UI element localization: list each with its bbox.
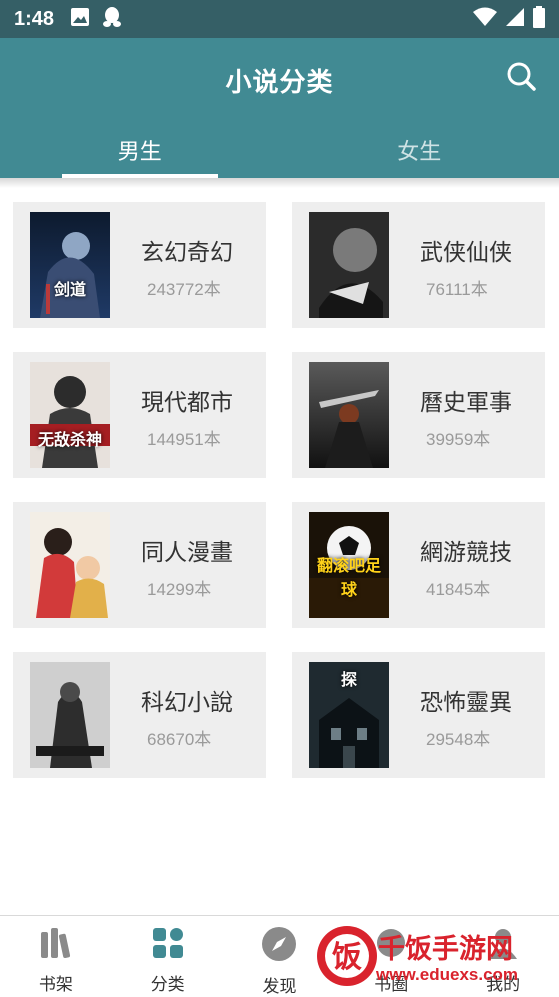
cover-title: 剑道 (34, 276, 106, 300)
category-name: 曆史軍事 (420, 383, 512, 417)
book-cover: 翻滚吧足球 (309, 512, 389, 618)
book-cover (30, 662, 110, 768)
category-name: 武侠仙侠 (420, 233, 512, 267)
book-cover (30, 512, 110, 618)
category-card[interactable]: 探 恐怖靈異 29548本 (292, 652, 545, 778)
watermark-text: 千饭手游网 (378, 927, 513, 966)
qq-icon (102, 6, 122, 32)
cover-title: 探 (313, 666, 385, 690)
status-time: 1:48 (14, 8, 54, 31)
book-cover (309, 362, 389, 468)
category-card[interactable]: 武侠仙侠 76111本 (292, 202, 545, 328)
category-count: 29548本 (426, 725, 490, 750)
compass-icon (261, 926, 297, 966)
cover-title: 无敌杀神 (34, 426, 106, 450)
watermark-url: www.eduexs.com (376, 965, 518, 985)
category-card[interactable]: 翻滚吧足球 網游競技 41845本 (292, 502, 545, 628)
wifi-icon (473, 7, 497, 31)
tab-male[interactable]: 男生 (0, 130, 280, 178)
tab-female-label: 女生 (397, 134, 441, 166)
category-name: 玄幻奇幻 (141, 233, 233, 267)
battery-icon (533, 6, 545, 32)
category-icon (151, 926, 185, 964)
category-count: 144951本 (147, 425, 221, 450)
app-bar-shadow (0, 178, 559, 188)
nav-bookshelf[interactable]: 书架 (0, 916, 112, 995)
category-count: 243772本 (147, 275, 221, 300)
category-name: 同人漫畫 (141, 533, 233, 567)
search-icon (505, 60, 537, 96)
nav-label: 发现 (262, 972, 296, 997)
book-cover: 无敌杀神 (30, 362, 110, 468)
page-title: 小说分类 (0, 62, 559, 99)
category-count: 76111本 (426, 275, 488, 300)
signal-icon (505, 7, 525, 31)
category-count: 41845本 (426, 575, 490, 600)
tab-female[interactable]: 女生 (280, 130, 559, 178)
app-bar: 小说分类 男生 女生 (0, 38, 559, 178)
cover-title: 翻滚吧足球 (313, 552, 385, 600)
tab-male-label: 男生 (118, 134, 162, 166)
category-count: 39959本 (426, 425, 490, 450)
category-count: 14299本 (147, 575, 211, 600)
nav-category[interactable]: 分类 (112, 916, 224, 995)
nav-label: 书架 (39, 970, 73, 995)
category-name: 現代都市 (141, 383, 233, 417)
category-card[interactable]: 科幻小說 68670本 (13, 652, 266, 778)
svg-text:饭: 饭 (332, 940, 362, 975)
book-cover: 剑道 (30, 212, 110, 318)
category-name: 網游競技 (420, 533, 512, 567)
bookshelf-icon (38, 926, 74, 964)
category-name: 科幻小說 (141, 683, 233, 717)
category-card[interactable]: 同人漫畫 14299本 (13, 502, 266, 628)
status-bar: 1:48 (0, 0, 559, 38)
book-cover (309, 212, 389, 318)
category-card[interactable]: 剑道 玄幻奇幻 243772本 (13, 202, 266, 328)
category-grid: 剑道 玄幻奇幻 243772本 武侠仙侠 76111本 无敌杀神 現代都市 14… (13, 202, 546, 778)
watermark: 饭 千饭手游网 www.eduexs.com (310, 917, 559, 995)
category-card[interactable]: 曆史軍事 39959本 (292, 352, 545, 478)
category-count: 68670本 (147, 725, 211, 750)
book-cover: 探 (309, 662, 389, 768)
search-button[interactable] (503, 60, 539, 96)
image-icon (70, 7, 90, 31)
category-name: 恐怖靈異 (420, 683, 512, 717)
nav-label: 分类 (151, 970, 185, 995)
category-card[interactable]: 无敌杀神 現代都市 144951本 (13, 352, 266, 478)
gender-tabs: 男生 女生 (0, 130, 559, 178)
